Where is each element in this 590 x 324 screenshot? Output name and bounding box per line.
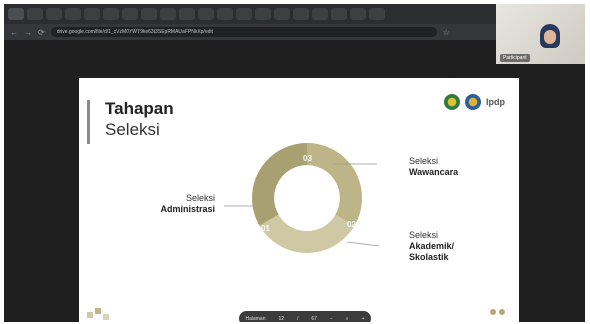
browser-tab[interactable] — [312, 8, 328, 20]
url-input[interactable]: drive.google.com/file/d/1_cVzM0YWT9ke63t… — [50, 27, 437, 37]
browser-tab[interactable] — [255, 8, 271, 20]
label-bold: Wawancara — [409, 167, 459, 177]
back-icon[interactable]: ← — [10, 28, 18, 37]
browser-tab[interactable] — [84, 8, 100, 20]
page-navigator: Halaman 12 / 67 − ⌕ + — [239, 311, 371, 322]
presentation-slide: Tahapan Seleksi lpdp 03 01 02 Seleksi Wa… — [79, 78, 519, 322]
total-pages: 67 — [311, 315, 317, 322]
label-administrasi: Seleksi Administrasi — [147, 193, 215, 215]
label-bold: Administrasi — [160, 204, 215, 214]
selection-donut-diagram — [224, 143, 380, 253]
decor-dot — [490, 309, 496, 315]
participant-name: Participant — [500, 54, 530, 62]
zoom-out-button[interactable]: − — [330, 316, 333, 322]
browser-tab[interactable] — [160, 8, 176, 20]
address-bar: ← → ⟳ drive.google.com/file/d/1_cVzM0YWT… — [4, 24, 498, 40]
browser-tab[interactable] — [8, 8, 24, 20]
label-bold: Akademik/ Skolastik — [409, 241, 455, 262]
browser-tab[interactable] — [217, 8, 233, 20]
slide-decoration-dots — [490, 309, 505, 315]
browser-tab[interactable] — [179, 8, 195, 20]
current-page-input[interactable]: 12 — [278, 316, 284, 322]
segment-number-03: 03 — [303, 154, 312, 163]
page-label: Halaman — [245, 315, 266, 322]
label-wawancara: Seleksi Wawancara — [409, 156, 458, 178]
url-text: drive.google.com/file/d/1_cVzM0YWT9ke63t… — [56, 29, 213, 35]
participant-face-icon — [544, 30, 556, 44]
bookmark-star-icon[interactable]: ☆ — [443, 28, 450, 37]
browser-tab[interactable] — [236, 8, 252, 20]
screen-frame: ← → ⟳ drive.google.com/file/d/1_cVzM0YWT… — [4, 4, 585, 322]
browser-tab[interactable] — [46, 8, 62, 20]
decor-dot — [499, 309, 505, 315]
browser-tab[interactable] — [122, 8, 138, 20]
decorative-pattern-icon — [87, 308, 109, 320]
browser-tab[interactable] — [293, 8, 309, 20]
browser-tab[interactable] — [350, 8, 366, 20]
browser-tab[interactable] — [65, 8, 81, 20]
browser-tab[interactable] — [274, 8, 290, 20]
label-akademik: Seleksi Akademik/ Skolastik — [409, 230, 471, 263]
browser-tab[interactable] — [27, 8, 43, 20]
zoom-icon[interactable]: ⌕ — [346, 316, 349, 322]
browser-tab[interactable] — [198, 8, 214, 20]
webcam-thumbnail: Participant — [496, 4, 585, 64]
forward-icon[interactable]: → — [24, 28, 32, 37]
segment-number-02: 02 — [347, 220, 356, 229]
browser-tab-bar — [4, 4, 496, 24]
segment-number-01: 01 — [261, 224, 270, 233]
label-top: Seleksi — [185, 193, 215, 203]
page-separator: / — [297, 315, 299, 322]
label-top: Seleksi — [409, 156, 439, 166]
zoom-in-button[interactable]: + — [362, 316, 365, 322]
browser-tab[interactable] — [369, 8, 385, 20]
browser-tab[interactable] — [331, 8, 347, 20]
browser-tab[interactable] — [103, 8, 119, 20]
label-top: Seleksi — [409, 230, 439, 240]
reload-icon[interactable]: ⟳ — [38, 28, 45, 37]
browser-tab[interactable] — [141, 8, 157, 20]
